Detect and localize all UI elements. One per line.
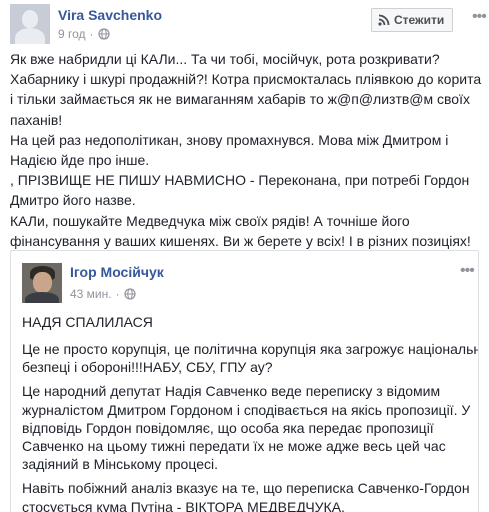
post-timestamp[interactable]: 9 год xyxy=(58,27,86,41)
shared-text-line: відповідь Гордон повідомляє, що особа як… xyxy=(22,419,434,436)
post-text-line: Хабарнику і шкурі продажній?! Котра прис… xyxy=(10,71,482,88)
post-meta: 9 год · xyxy=(58,27,110,41)
post-text-line: Дмитро його назве. xyxy=(10,192,136,209)
shared-text-line: стосується кума Путіна - ВІКТОРА МЕДВЕДЧ… xyxy=(22,498,345,512)
post-text-line: КАЛи, пошукайте Медведчука між своїх ряд… xyxy=(10,212,410,229)
shared-text-line: Це народний депутат Надія Савченко веде … xyxy=(22,383,441,400)
shared-post-headline: НАДЯ СПАЛИЛАСЯ xyxy=(22,314,153,330)
avatar-face xyxy=(33,272,52,293)
shared-author-avatar[interactable] xyxy=(22,263,62,303)
post-author-name[interactable]: Vira Savchenko xyxy=(58,7,162,23)
shared-text-line: Савченко на цьому тижні передати їх не м… xyxy=(22,438,446,455)
ellipsis-icon[interactable]: ••• xyxy=(460,263,475,279)
facebook-post: Vira Savchenko 9 год · Стежити ••• Як вж… xyxy=(0,0,489,512)
shared-post[interactable]: Ігор Мосійчук 43 мин. · ••• НАДЯ СПАЛИЛА… xyxy=(10,250,479,512)
post-text-line: , ПРІЗВИЩЕ НЕ ПИШУ НАВМИСНО - Переконана… xyxy=(10,172,470,189)
avatar-placeholder-body xyxy=(15,28,45,44)
post-text-line: На цей раз недополітикан, знову промахну… xyxy=(10,131,449,148)
shared-paragraph: Це народний депутат Надія Савченко веде … xyxy=(22,382,471,473)
rss-icon xyxy=(378,14,390,26)
shared-text-line: журналістом Дмитром Гордоном і сподіваєт… xyxy=(22,401,471,418)
shared-text-line: безпеці і обороні!!!НАБУ, СБУ, ГПУ ау? xyxy=(22,359,273,376)
follow-button[interactable]: Стежити xyxy=(371,8,454,32)
shared-post-timestamp[interactable]: 43 мин. xyxy=(70,287,112,301)
ellipsis-icon[interactable]: ••• xyxy=(472,9,487,25)
globe-icon[interactable] xyxy=(124,288,136,300)
shared-post-text: Це не просто корупція, це політична кору… xyxy=(22,340,478,512)
follow-button-label: Стежити xyxy=(394,13,445,27)
shared-paragraph: Це не просто корупція, це політична кору… xyxy=(22,340,478,376)
post-text-line: Як вже набридли ці КАЛи... Та чи тобі, м… xyxy=(10,51,440,67)
avatar-placeholder-head xyxy=(22,10,38,28)
shared-text-line: Це не просто корупція, це політична кору… xyxy=(22,341,479,357)
shared-post-meta: 43 мин. · xyxy=(70,287,136,301)
avatar[interactable] xyxy=(10,4,50,44)
post-text: Як вже набридли ці КАЛи... Та чи тобі, м… xyxy=(10,49,484,251)
shared-text-line: задіяний в Мінському процесі. xyxy=(22,456,218,473)
post-text-line: фінансування у ваших кишенях. Ви ж берет… xyxy=(10,232,471,249)
post-text-line: і тільки займається як не вимаганням хаб… xyxy=(10,91,470,108)
globe-icon[interactable] xyxy=(97,28,110,40)
shared-paragraph: Навіть побіжний аналіз вказує на те, що … xyxy=(22,479,470,512)
post-text-line: Надією йде про інше. xyxy=(10,152,150,169)
avatar-shirt xyxy=(25,292,59,303)
shared-text-line: Навіть побіжний аналіз вказує на те, що … xyxy=(22,480,470,497)
shared-author-name[interactable]: Ігор Мосійчук xyxy=(70,264,164,280)
post-text-line: паханів! xyxy=(10,111,63,128)
